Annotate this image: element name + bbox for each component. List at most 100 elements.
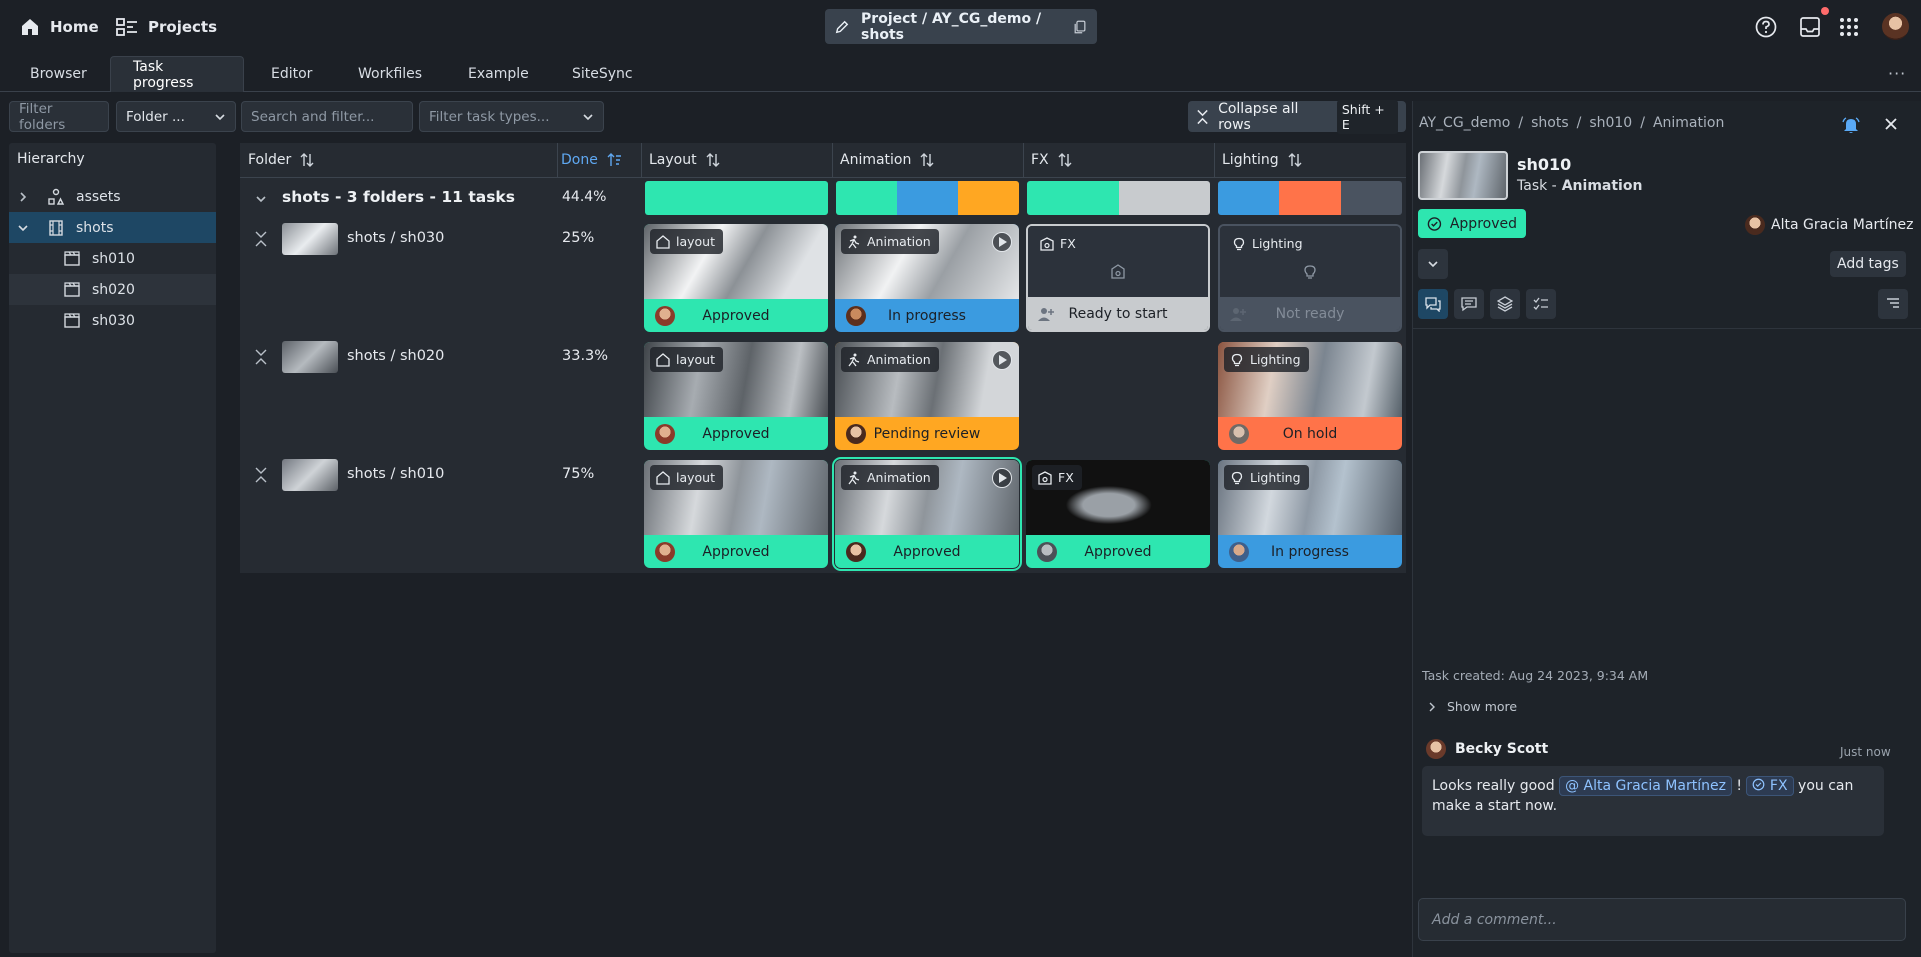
- filter-folders-input[interactable]: Filter folders: [9, 101, 109, 133]
- search-input[interactable]: Search and filter...: [241, 101, 413, 132]
- copy-icon[interactable]: [1073, 19, 1087, 35]
- tab-sitesync[interactable]: SiteSync: [550, 56, 655, 92]
- status-label: Approved: [702, 307, 770, 324]
- assignee-avatar: [655, 424, 675, 444]
- task-card-lighting-sh020[interactable]: Lighting On hold: [1218, 342, 1402, 450]
- play-icon[interactable]: [992, 468, 1012, 488]
- comment-input[interactable]: Add a comment...: [1418, 898, 1906, 941]
- layout-icon: [656, 352, 670, 367]
- assignee-avatar: [846, 306, 866, 326]
- expand-attributes-button[interactable]: [1418, 249, 1448, 279]
- task-card-lighting-sh030[interactable]: Lighting Not ready: [1218, 224, 1402, 332]
- task-card-animation-sh010[interactable]: Animation Approved: [832, 457, 1022, 571]
- hierarchy-item-assets[interactable]: assets: [9, 181, 216, 212]
- column-header-done[interactable]: Done: [561, 143, 622, 177]
- apps-button[interactable]: [1832, 10, 1866, 44]
- hierarchy-item-sh020[interactable]: sh020: [9, 274, 216, 305]
- add-tags-button[interactable]: Add tags: [1830, 251, 1906, 277]
- panel-subtitle: Task - Animation: [1517, 178, 1642, 194]
- add-assignee-icon[interactable]: [1229, 306, 1247, 322]
- hierarchy-title: Hierarchy: [17, 151, 85, 167]
- folder-select[interactable]: Folder ...: [116, 101, 236, 132]
- hierarchy-item-shots[interactable]: shots: [9, 212, 216, 243]
- collapse-row-icon[interactable]: [254, 464, 268, 488]
- collapse-all-button[interactable]: Collapse all rows Shift + E: [1188, 99, 1406, 134]
- animation-progress-bar: [836, 181, 1019, 215]
- help-button[interactable]: [1749, 10, 1783, 44]
- pencil-icon: [835, 20, 849, 33]
- home-button[interactable]: Home: [12, 10, 107, 44]
- breadcrumb-item[interactable]: Animation: [1653, 115, 1724, 131]
- tab-example[interactable]: Example: [446, 56, 551, 92]
- activity-versions-button[interactable]: [1490, 289, 1520, 319]
- subtitle-task: Animation: [1561, 178, 1643, 194]
- column-header-fx[interactable]: FX: [1031, 143, 1073, 177]
- column-header-lighting[interactable]: Lighting: [1222, 143, 1303, 177]
- row-done-percent: 75%: [562, 466, 595, 482]
- user-mention[interactable]: @ Alta Gracia Martínez: [1559, 776, 1732, 796]
- task-card-layout-sh020[interactable]: layout Approved: [644, 342, 828, 450]
- task-type-select[interactable]: Filter task types...: [419, 101, 604, 132]
- status-label: Approved: [702, 425, 770, 442]
- tab-editor[interactable]: Editor: [249, 56, 334, 92]
- sort-icon: [920, 153, 934, 167]
- bell-icon[interactable]: [1842, 116, 1860, 134]
- row-folder-label[interactable]: shots / sh030: [347, 230, 444, 246]
- task-card-fx-sh030[interactable]: FX Ready to start: [1026, 224, 1210, 332]
- assignee-avatar: [655, 306, 675, 326]
- task-thumbnail-large[interactable]: [1418, 151, 1508, 200]
- show-more-button[interactable]: Show more: [1427, 699, 1517, 714]
- hierarchy-item-sh030[interactable]: sh030: [9, 305, 216, 336]
- projects-button[interactable]: Projects: [108, 10, 225, 44]
- breadcrumb-item[interactable]: sh010: [1589, 115, 1632, 131]
- close-icon[interactable]: [1884, 117, 1898, 131]
- inbox-button[interactable]: [1793, 7, 1829, 44]
- help-icon: [1755, 16, 1777, 38]
- column-header-folder[interactable]: Folder: [248, 143, 315, 177]
- home-icon: [22, 19, 38, 35]
- tab-browser[interactable]: Browser: [8, 56, 109, 92]
- row-folder-label[interactable]: shots / sh020: [347, 348, 444, 364]
- task-type-label: Lighting: [1250, 352, 1301, 367]
- column-separator: [641, 143, 642, 177]
- assignee-field[interactable]: Alta Gracia Martínez: [1745, 215, 1913, 235]
- collapse-row-icon[interactable]: [254, 346, 268, 370]
- subtitle-prefix: Task -: [1517, 178, 1557, 194]
- activity-comments-button[interactable]: [1454, 289, 1484, 319]
- film-strip-icon: [49, 219, 63, 236]
- checklist-icon: [1533, 297, 1548, 310]
- breadcrumb-item[interactable]: AY_CG_demo: [1419, 115, 1510, 131]
- task-card-lighting-sh010[interactable]: Lighting In progress: [1218, 460, 1402, 568]
- tab-task-progress[interactable]: Task progress: [110, 56, 244, 92]
- more-icon[interactable]: ···: [1888, 64, 1906, 83]
- sort-icon: [1058, 153, 1072, 167]
- play-icon[interactable]: [992, 350, 1012, 370]
- hierarchy-item-sh010[interactable]: sh010: [9, 243, 216, 274]
- status-dropdown[interactable]: Approved: [1418, 209, 1526, 238]
- activity-checklist-button[interactable]: [1526, 289, 1556, 319]
- column-header-animation[interactable]: Animation: [840, 143, 935, 177]
- task-card-layout-sh030[interactable]: layout Approved: [644, 224, 828, 332]
- collapse-row-icon[interactable]: [254, 228, 268, 252]
- task-type-tag: Lighting: [1224, 347, 1309, 372]
- user-avatar[interactable]: [1882, 13, 1909, 40]
- task-mention[interactable]: FX: [1746, 776, 1794, 796]
- tab-workfiles[interactable]: Workfiles: [336, 56, 444, 92]
- column-header-layout[interactable]: Layout: [649, 143, 721, 177]
- task-type-tag: Animation: [841, 465, 939, 490]
- project-breadcrumb[interactable]: Project / AY_CG_demo / shots: [825, 9, 1097, 44]
- chevron-right-icon: [20, 191, 27, 202]
- task-card-layout-sh010[interactable]: layout Approved: [644, 460, 828, 568]
- breadcrumb-item[interactable]: shots: [1531, 115, 1569, 131]
- task-card-fx-sh010[interactable]: FX Approved: [1026, 460, 1210, 568]
- task-card-animation-sh030[interactable]: Animation In progress: [835, 224, 1019, 332]
- status-label: Approved: [893, 543, 961, 560]
- chevron-down-icon[interactable]: [255, 193, 267, 205]
- task-card-animation-sh020[interactable]: Animation Pending review: [835, 342, 1019, 450]
- activity-details-button[interactable]: [1878, 289, 1908, 319]
- task-type-tag: layout: [650, 465, 724, 490]
- add-assignee-icon[interactable]: [1037, 306, 1055, 322]
- play-icon[interactable]: [992, 232, 1012, 252]
- activity-all-button[interactable]: [1418, 289, 1448, 319]
- row-folder-label[interactable]: shots / sh010: [347, 466, 444, 482]
